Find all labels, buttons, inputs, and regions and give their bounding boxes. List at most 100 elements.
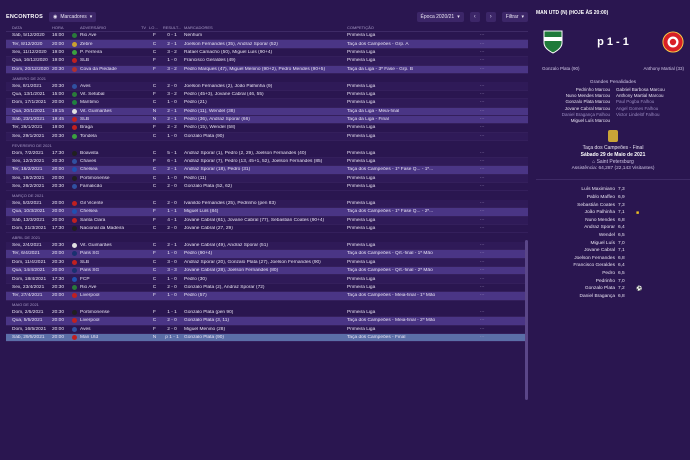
row-opponent[interactable]: Vit. Guimarães (78, 109, 138, 114)
next-season-button[interactable]: › (485, 12, 496, 22)
row-opponent[interactable]: Zebre (78, 42, 138, 47)
table-row[interactable]: Sex, 19/2/2021 20:00 Portimonense C 1 - 0 Ped… (6, 174, 528, 184)
table-row[interactable]: Ter, 16/2/2021 20:00 Chelsea C 2 - 1 Andraz S… (6, 166, 528, 175)
more-icon[interactable]: ⋯ (478, 92, 486, 97)
table-row[interactable]: Qua, 20/1/2021 19:15 Vit. Guimarães N 2 - 1 P… (6, 107, 528, 116)
table-row[interactable]: Dom, 18/4/2021 17:30 FCP C 1 - 0 Pedro (30) Pr… (6, 275, 528, 284)
row-opponent[interactable]: Chaves (78, 159, 138, 164)
table-row[interactable]: Dom, 21/3/2021 17:30 Nacional da Madeira C 2… (6, 225, 528, 234)
row-opponent[interactable]: Paris SG (78, 251, 138, 256)
table-row[interactable]: Sex, 5/3/2021 20:00 Gil Vicente C 2 - 0 Ivani… (6, 199, 528, 209)
row-opponent[interactable]: Cova da Piedade (78, 67, 138, 72)
more-icon[interactable]: ⋯ (478, 84, 486, 89)
row-competition[interactable]: Taça dos Campeões - 1ª Fase Q... - 2ª... (347, 209, 478, 214)
table-row[interactable]: Sex, 11/12/2020 19:00 P. Ferreira C 3 - 2 Raf… (6, 49, 528, 58)
table-row[interactable]: Sex, 23/4/2021 20:30 Rio Ave C 2 - 0 Gonzalo … (6, 284, 528, 293)
col-opponent[interactable]: ADVERSÁRIO (78, 25, 138, 30)
more-icon[interactable]: ⋯ (478, 218, 486, 223)
row-opponent[interactable]: FCP (78, 277, 138, 282)
row-opponent[interactable]: Boavista (78, 151, 138, 156)
rating-row[interactable]: Pedro 6,5 (536, 270, 690, 278)
row-competition[interactable]: Taça da Liga - Final (347, 117, 478, 122)
rating-row[interactable]: Miguel Luís 7,0 (536, 239, 690, 247)
row-opponent[interactable]: Braga (78, 125, 138, 130)
row-competition[interactable]: Taça da Liga - 3ª Fase - Grp. B (347, 67, 478, 72)
rating-row[interactable]: Wendel 6,5 (536, 232, 690, 240)
prev-season-button[interactable]: ‹ (469, 12, 480, 22)
row-competition[interactable]: Primeira Liga (347, 84, 478, 89)
table-row[interactable]: Ter, 27/4/2021 20:00 Liverpool F 1 - 0 Pedro … (6, 292, 528, 301)
rating-row[interactable]: João Palhinha 7,1 ■ (536, 209, 690, 217)
table-row[interactable]: Sáb, 23/1/2021 19:45 SLB N 2 - 1 Pedro (36), … (6, 115, 528, 125)
row-competition[interactable]: Primeira Liga (347, 260, 478, 265)
view-select[interactable]: ◉ Marcadores ▾ (48, 12, 97, 22)
row-competition[interactable]: Taça dos Campeões - 1ª Fase Q... - 1ª... (347, 167, 478, 172)
rating-row[interactable]: Pablo Maffeo 6,9 (536, 194, 690, 202)
row-competition[interactable]: Primeira Liga (347, 277, 478, 282)
row-opponent[interactable]: Nacional da Madeira (78, 226, 138, 231)
filter-button[interactable]: Filtrar ▾ (501, 12, 528, 22)
col-competition[interactable]: COMPETIÇÃO (347, 25, 478, 30)
row-opponent[interactable]: Santa Clara (78, 218, 138, 223)
row-opponent[interactable]: Man Utd (78, 335, 138, 340)
row-opponent[interactable]: Rio Ave (78, 33, 138, 38)
row-opponent[interactable]: Tondela (78, 134, 138, 139)
table-row[interactable]: Sex, 26/2/2021 20:30 Famalicão C 2 - 0 Gonzal… (6, 183, 528, 192)
table-row[interactable]: Dom, 7/2/2021 17:30 Boavista C 5 - 1 Andraz S… (6, 149, 528, 158)
row-competition[interactable]: Taça dos Campeões - Meia-final - 2ª Mão (347, 318, 478, 323)
table-row[interactable]: Ter, 6/4/2021 20:00 Paris SG F 1 - 0 Pedro (9… (6, 250, 528, 259)
col-time[interactable]: HORA (52, 25, 70, 30)
row-opponent[interactable]: Paris SG (78, 268, 138, 273)
more-icon[interactable]: ⋯ (478, 335, 486, 340)
row-competition[interactable]: Primeira Liga (347, 50, 478, 55)
row-competition[interactable]: Primeira Liga (347, 327, 478, 332)
rating-row[interactable]: Gonzalo Plata 7,2 ⚽ (536, 285, 690, 293)
table-row[interactable]: Qua, 16/12/2020 19:00 SLB F 1 - 0 Francisco G… (6, 57, 528, 66)
table-row[interactable]: Sáb, 5/12/2020 16:00 Rio Ave F 0 - 1 Nenhum Pr… (6, 32, 528, 41)
table-row[interactable]: Dom, 17/1/2021 20:00 Marítimo C 1 - 0 Pedro (… (6, 99, 528, 108)
more-icon[interactable]: ⋯ (478, 117, 486, 122)
row-opponent[interactable]: Gil Vicente (78, 201, 138, 206)
match-title[interactable]: MAN UTD (N) (HOJE ÀS 20:00) (536, 10, 690, 18)
table-row[interactable]: Qua, 5/5/2021 20:00 Liverpool C 2 - 0 Gonzalo… (6, 317, 528, 326)
table-row[interactable]: Sex, 29/1/2021 20:30 Tondela C 1 - 0 Gonzalo … (6, 132, 528, 142)
table-row[interactable]: Sex, 2/4/2021 20:30 Vit. Guimarães C 2 - 1 Jo… (6, 241, 528, 251)
away-crest-icon[interactable] (662, 29, 684, 55)
table-row[interactable]: Dom, 11/4/2021 20:30 SLB C 3 - 0 Andraz Spora… (6, 258, 528, 267)
rating-row[interactable]: Francisco Geraldes 6,4 (536, 262, 690, 270)
col-result[interactable]: RESULT... (160, 25, 184, 30)
more-icon[interactable]: ⋯ (478, 167, 486, 172)
more-icon[interactable]: ⋯ (478, 100, 486, 105)
row-opponent[interactable]: SLB (78, 260, 138, 265)
more-icon[interactable]: ⋯ (478, 226, 486, 231)
row-opponent[interactable]: Liverpool (78, 293, 138, 298)
row-competition[interactable]: Taça dos Campeões - Meia-final - 1ª Mão (347, 293, 478, 298)
more-icon[interactable]: ⋯ (478, 109, 486, 114)
rating-row[interactable]: Jovane Cabral 7,1 (536, 247, 690, 255)
rating-row[interactable]: Andraz Sporar 6,4 (536, 224, 690, 232)
more-icon[interactable]: ⋯ (478, 42, 486, 47)
row-competition[interactable]: Primeira Liga (347, 33, 478, 38)
rating-row[interactable]: Sebastián Coates 7,3 (536, 201, 690, 209)
table-row[interactable]: Qua, 13/1/2021 15:00 Vit. Setúbal F 3 - 2 Ped… (6, 91, 528, 100)
col-scorers[interactable]: MARCADORES (184, 25, 347, 30)
row-competition[interactable]: Primeira Liga (347, 218, 478, 223)
more-icon[interactable]: ⋯ (478, 159, 486, 164)
table-row[interactable]: Dom, 2/5/2021 20:30 Portimonense F 1 - 1 Gonz… (6, 309, 528, 318)
col-date[interactable]: DATA (6, 25, 52, 30)
scrollbar[interactable] (525, 240, 528, 400)
row-opponent[interactable]: Marítimo (78, 100, 138, 105)
row-opponent[interactable]: Chelsea (78, 209, 138, 214)
more-icon[interactable]: ⋯ (478, 50, 486, 55)
more-icon[interactable]: ⋯ (478, 33, 486, 38)
row-opponent[interactable]: Rio Ave (78, 285, 138, 290)
season-select[interactable]: Época 2020/21 ▾ (416, 12, 464, 22)
row-opponent[interactable]: Vit. Guimarães (78, 243, 138, 248)
more-icon[interactable]: ⋯ (478, 58, 486, 63)
row-opponent[interactable]: Portimonense (78, 176, 138, 181)
more-icon[interactable]: ⋯ (478, 209, 486, 214)
rating-row[interactable]: Pedrinho 7,0 (536, 277, 690, 285)
row-opponent[interactable]: Vit. Setúbal (78, 92, 138, 97)
row-competition[interactable]: Primeira Liga (347, 310, 478, 315)
row-competition[interactable]: Primeira Liga (347, 151, 478, 156)
